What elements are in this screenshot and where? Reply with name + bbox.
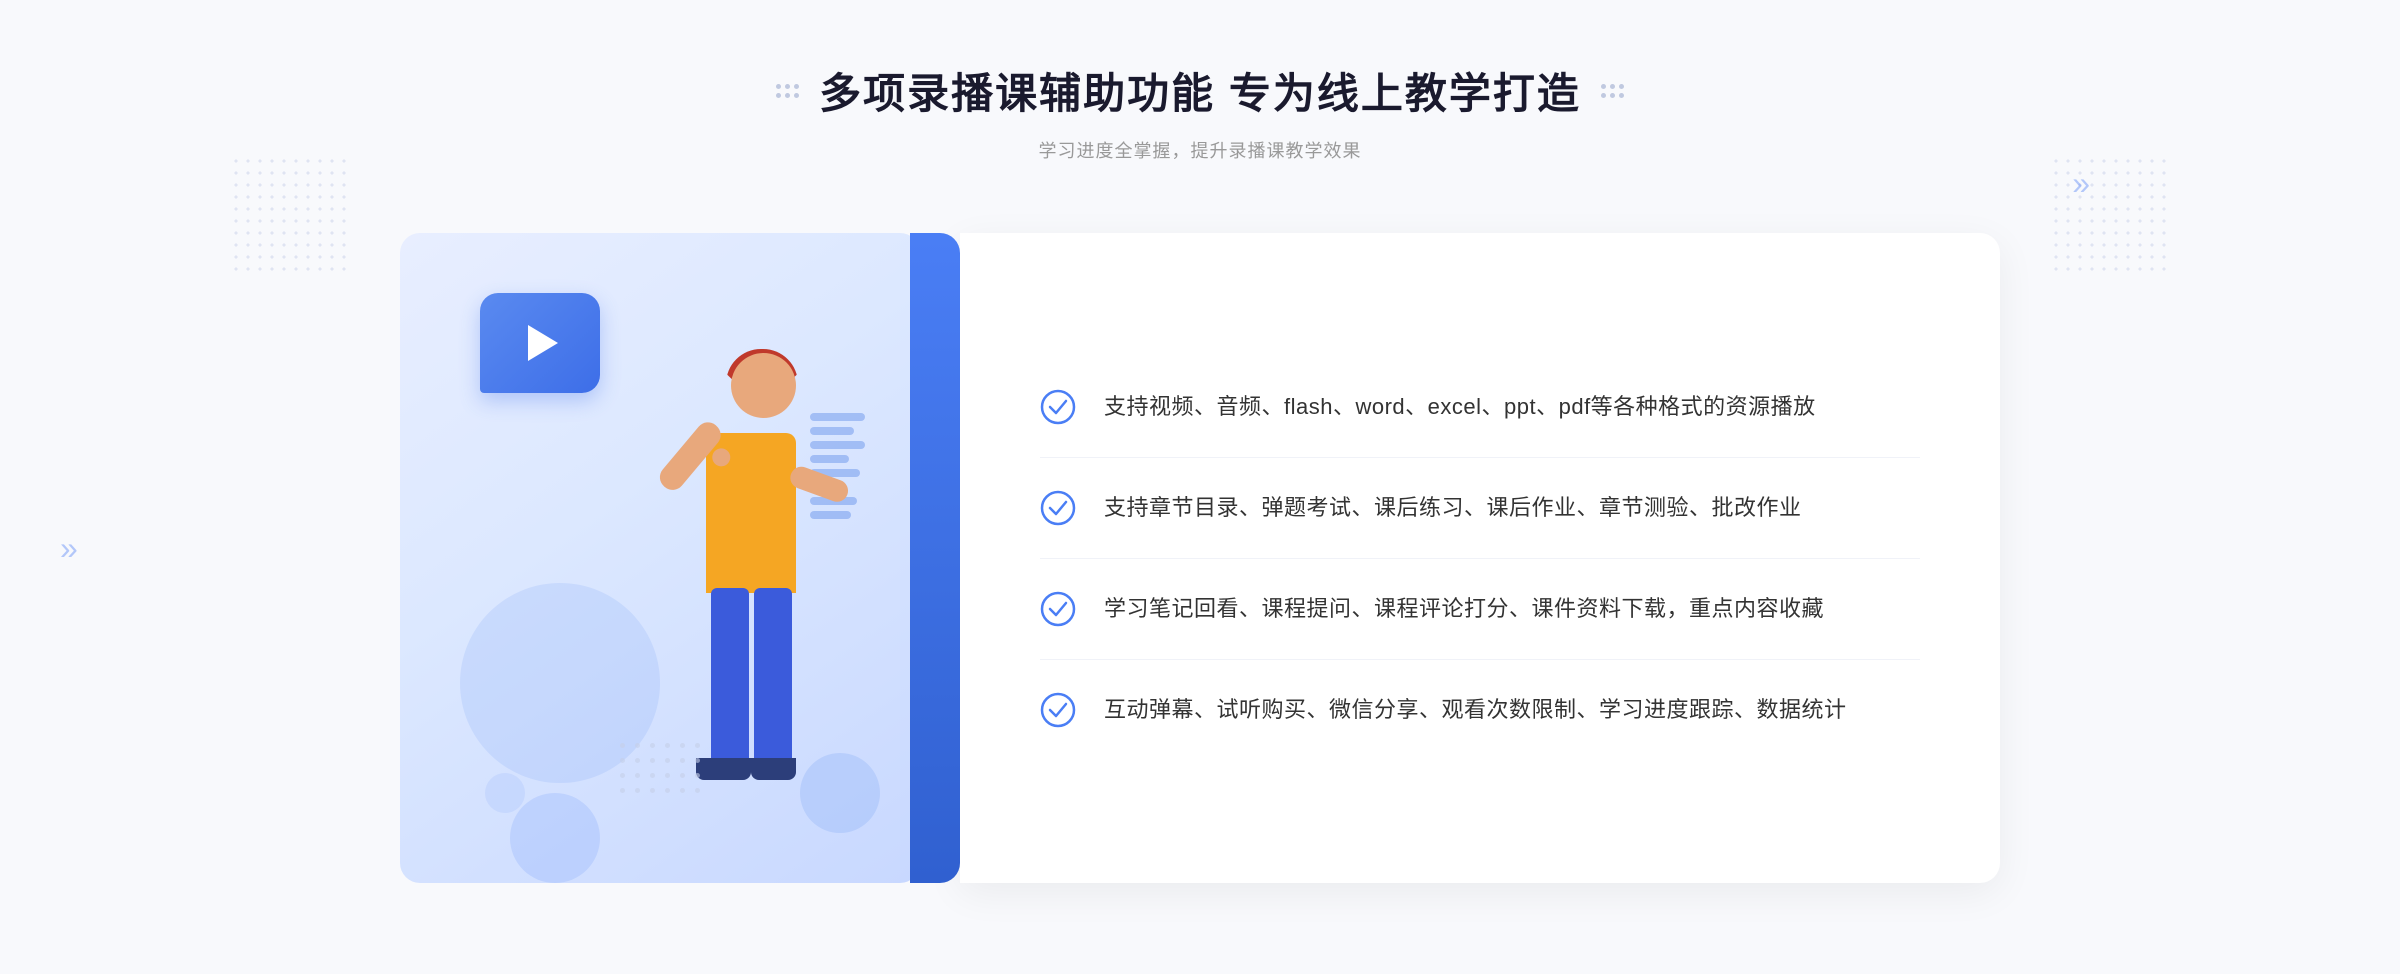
page-title: 多项录播课辅助功能 专为线上教学打造 <box>819 60 1581 121</box>
check-circle-icon-2 <box>1040 490 1076 526</box>
check-circle-icon-1 <box>1040 389 1076 425</box>
feature-text-2: 支持章节目录、弹题考试、课后练习、课后作业、章节测验、批改作业 <box>1104 490 1802 525</box>
person-shoe-right <box>751 758 796 780</box>
check-circle-icon-4 <box>1040 692 1076 728</box>
person-arm-right <box>787 464 851 505</box>
play-triangle-icon <box>528 325 558 361</box>
main-content: 支持视频、音频、flash、word、excel、ppt、pdf等各种格式的资源… <box>400 213 2000 933</box>
dot-pattern-top-right <box>2050 155 2170 275</box>
header-section: 多项录播课辅助功能 专为线上教学打造 学习进度全掌握，提升录播课教学效果 <box>776 60 1624 163</box>
title-decoration-left <box>776 84 799 98</box>
feature-item-2: 支持章节目录、弹题考试、课后练习、课后作业、章节测验、批改作业 <box>1040 458 1920 559</box>
title-decoration-right <box>1601 84 1624 98</box>
feature-text-1: 支持视频、音频、flash、word、excel、ppt、pdf等各种格式的资源… <box>1104 389 1816 424</box>
person-head <box>731 353 796 418</box>
page-container: » » 多项录播课辅助功能 专为线上教学打造 <box>0 0 2400 974</box>
chevron-left-icon: » <box>60 530 78 567</box>
person-leg-left <box>711 588 749 768</box>
feature-text-4: 互动弹幕、试听购买、微信分享、观看次数限制、学习进度跟踪、数据统计 <box>1104 692 1847 727</box>
check-circle-icon-3 <box>1040 591 1076 627</box>
dots-grid <box>620 743 700 803</box>
feature-item-4: 互动弹幕、试听购买、微信分享、观看次数限制、学习进度跟踪、数据统计 <box>1040 660 1920 760</box>
person-leg-right <box>754 588 792 768</box>
feature-item-3: 学习笔记回看、课程提问、课程评论打分、课件资料下载，重点内容收藏 <box>1040 559 1920 660</box>
blue-vertical-bar <box>910 233 960 883</box>
feature-text-3: 学习笔记回看、课程提问、课程评论打分、课件资料下载，重点内容收藏 <box>1104 591 1824 626</box>
chevron-right-icon: » <box>2072 165 2090 202</box>
character-illustration <box>576 333 856 883</box>
page-subtitle: 学习进度全掌握，提升录播课教学效果 <box>776 137 1624 163</box>
feature-item-1: 支持视频、音频、flash、word、excel、ppt、pdf等各种格式的资源… <box>1040 357 1920 458</box>
content-area: 支持视频、音频、flash、word、excel、ppt、pdf等各种格式的资源… <box>960 233 2000 883</box>
illustration-bg <box>400 233 920 883</box>
person-shoe-left <box>696 758 751 780</box>
deco-blue-circle-small <box>485 773 525 813</box>
dot-pattern-top-left <box>230 155 350 275</box>
deco-blue-circle <box>510 793 600 883</box>
illustration-area <box>400 213 960 933</box>
title-wrapper: 多项录播课辅助功能 专为线上教学打造 <box>776 60 1624 121</box>
